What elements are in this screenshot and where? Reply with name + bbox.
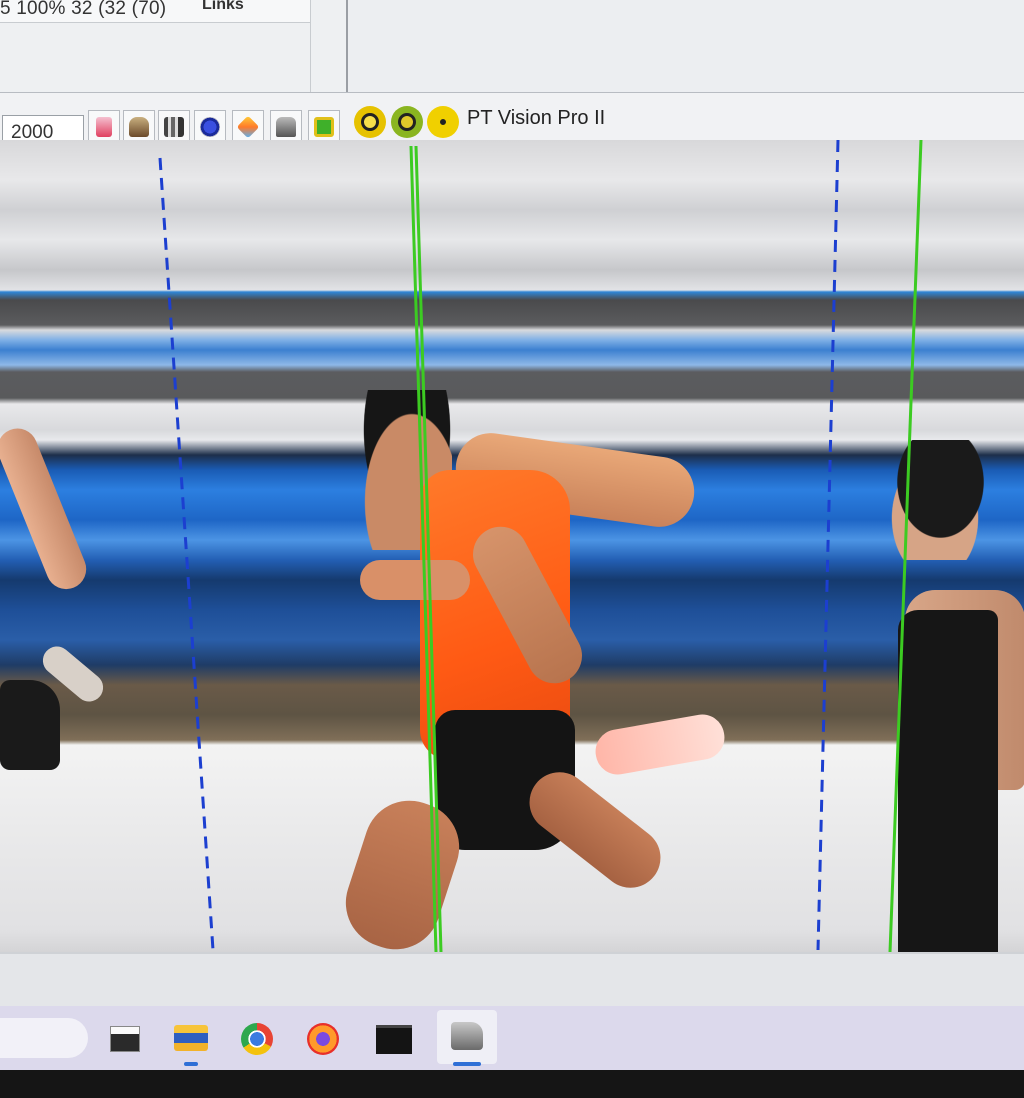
right-pane xyxy=(348,0,1024,92)
firefox-icon xyxy=(307,1023,339,1055)
camera-app-button[interactable] xyxy=(437,1010,497,1064)
green-finish-line-a xyxy=(409,145,438,952)
car-icon xyxy=(129,117,149,137)
taskbar xyxy=(0,1006,1024,1070)
green-finish-line-b xyxy=(414,145,443,952)
target-icon xyxy=(200,117,220,137)
stats-grid-cell xyxy=(310,0,347,92)
folder-icon xyxy=(174,1025,208,1051)
stats-text: 5 100% 32 (32 (70) xyxy=(0,0,167,19)
diamond-icon xyxy=(236,115,260,139)
terminal-app-button[interactable] xyxy=(376,1023,412,1054)
vehicle-button[interactable] xyxy=(270,110,302,144)
window-icon xyxy=(110,1026,140,1052)
camera-app-icon xyxy=(451,1022,483,1050)
target-button[interactable] xyxy=(194,110,226,144)
vehicle-icon xyxy=(276,117,296,137)
firefox-app-button[interactable] xyxy=(307,1023,339,1055)
status-bar xyxy=(0,952,1024,1008)
chart-icon xyxy=(164,117,184,137)
app-title: PT Vision Pro II xyxy=(467,107,606,129)
folder-active-indicator xyxy=(184,1062,198,1066)
page-button[interactable] xyxy=(88,110,120,144)
photo-finish-image[interactable] xyxy=(0,140,1024,952)
folder-app-button[interactable] xyxy=(174,1023,208,1053)
yellow-dot-button[interactable] xyxy=(427,106,459,138)
timing-lines xyxy=(158,140,923,952)
camera-active-indicator xyxy=(453,1062,481,1066)
blue-dashed-line-right xyxy=(816,140,840,951)
yellow-dot-icon xyxy=(437,116,449,128)
links-label: Links xyxy=(202,0,244,13)
chart-button[interactable] xyxy=(158,110,190,144)
page-icon xyxy=(96,117,112,137)
green-finish-line-right xyxy=(888,140,923,952)
monitor-bezel xyxy=(0,1070,1024,1098)
taskbar-search[interactable] xyxy=(0,1018,88,1058)
green-ring-icon xyxy=(398,113,416,131)
green-square-icon xyxy=(314,117,334,137)
blue-dashed-line-left xyxy=(158,157,215,951)
green-square-button[interactable] xyxy=(308,110,340,144)
stats-pane: 5 100% 32 (32 (70) Links xyxy=(0,0,348,92)
chrome-icon xyxy=(241,1023,273,1055)
yellow-ring-button[interactable] xyxy=(354,106,386,138)
car-button[interactable] xyxy=(123,110,155,144)
chrome-app-button[interactable] xyxy=(241,1023,273,1055)
diamond-button[interactable] xyxy=(232,110,264,144)
terminal-icon xyxy=(376,1025,412,1054)
green-ring-button[interactable] xyxy=(391,106,423,138)
yellow-ring-icon xyxy=(361,113,379,131)
window-app-button[interactable] xyxy=(110,1023,140,1053)
